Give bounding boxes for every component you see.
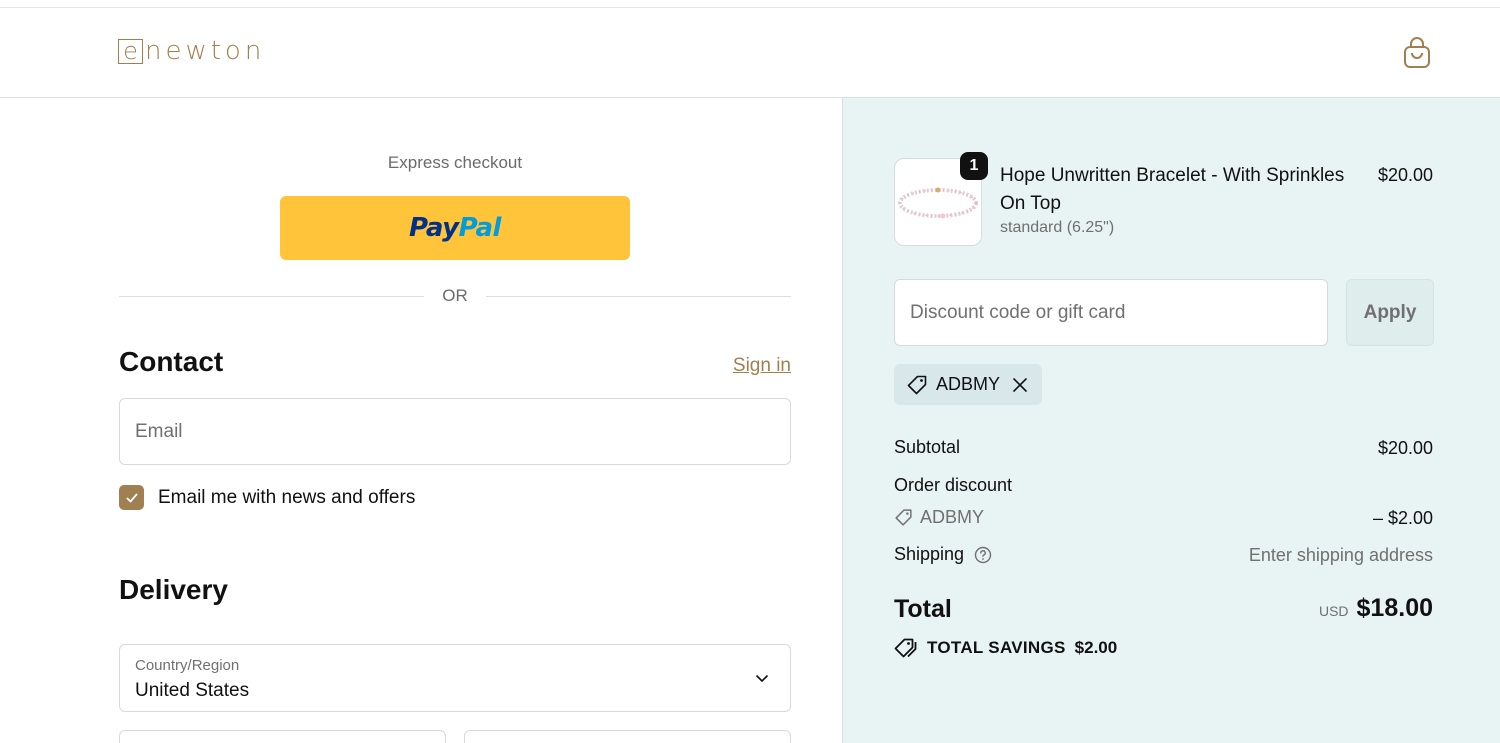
order-summary: 1 Hope Unwritten Bracelet - With Sprinkl… [842,98,1500,743]
total-savings-value: $2.00 [1074,638,1118,657]
delivery-heading: Delivery [119,574,228,605]
total-value: $18.00 [1356,594,1433,622]
chevron-down-icon [756,675,768,682]
applied-discount-code: ADBMY [936,374,1001,394]
product-price: $20.00 [1377,165,1433,185]
order-discount-label: Order discount [894,475,1013,495]
tag-icon [907,375,927,394]
or-divider: OR [119,286,791,308]
store-logo[interactable]: e newton [118,38,265,64]
country-label: Country/Region [135,657,240,674]
express-checkout-title: Express checkout [387,153,523,172]
newsletter-option: Email me with news and offers [119,485,415,510]
divider-line-left [119,296,424,297]
paypal-logo-pal: Pal [458,213,502,243]
order-discount-code-row: ADBMY [894,507,984,528]
newsletter-label[interactable]: Email me with news and offers [158,487,415,509]
product-name: Hope Unwritten Bracelet - With Sprinkles… [1000,165,1345,214]
total-savings-row: TOTAL SAVINGS $2.00 [894,637,1117,659]
last-name-field[interactable] [464,730,791,743]
checkmark-icon [126,493,137,502]
currency-code: USD [1318,603,1349,619]
total-savings-label: TOTAL SAVINGS [927,638,1066,657]
savings-tag-icon [894,638,917,658]
shipping-label: Shipping [894,544,965,564]
site-header: e newton [0,8,1500,98]
subtotal-label: Subtotal [894,437,961,457]
paypal-button[interactable]: PayPal [280,196,630,260]
contact-heading: Contact [119,346,224,377]
logo-mark: e [118,38,143,64]
checkout-form: Express checkout PayPal OR Contact Sign … [0,98,842,743]
quantity-badge: 1 [960,152,988,180]
discount-code-input[interactable] [894,279,1328,346]
shipping-value: Enter shipping address [1248,545,1433,565]
first-name-field[interactable] [119,730,446,743]
order-discount-value: – $2.00 [1372,508,1433,528]
remove-discount-icon[interactable] [1012,377,1028,393]
sign-in-link[interactable]: Sign in [733,355,791,377]
email-field[interactable] [119,398,791,465]
paypal-logo: PayPal [409,213,501,243]
total-amount: USD $18.00 [1319,594,1433,623]
apply-button[interactable]: Apply [1346,279,1434,346]
shopping-bag-icon[interactable] [1402,36,1432,70]
applied-discount-chip: ADBMY [894,364,1042,405]
order-discount-code: ADBMY [920,507,985,527]
country-value: United States [135,680,250,701]
shipping-row: Shipping [894,544,992,565]
tag-icon [895,509,912,526]
divider-line-right [486,296,791,297]
logo-text: newton [145,36,266,66]
paypal-logo-pay: Pay [409,213,459,243]
country-select[interactable]: Country/Region United States [119,644,791,712]
subtotal-value: $20.00 [1377,438,1433,458]
product-variant: standard (6.25") [1000,219,1115,236]
help-circle-icon[interactable] [974,546,992,564]
newsletter-checkbox[interactable] [119,485,144,510]
or-text: OR [442,286,468,305]
total-label: Total [894,595,952,623]
